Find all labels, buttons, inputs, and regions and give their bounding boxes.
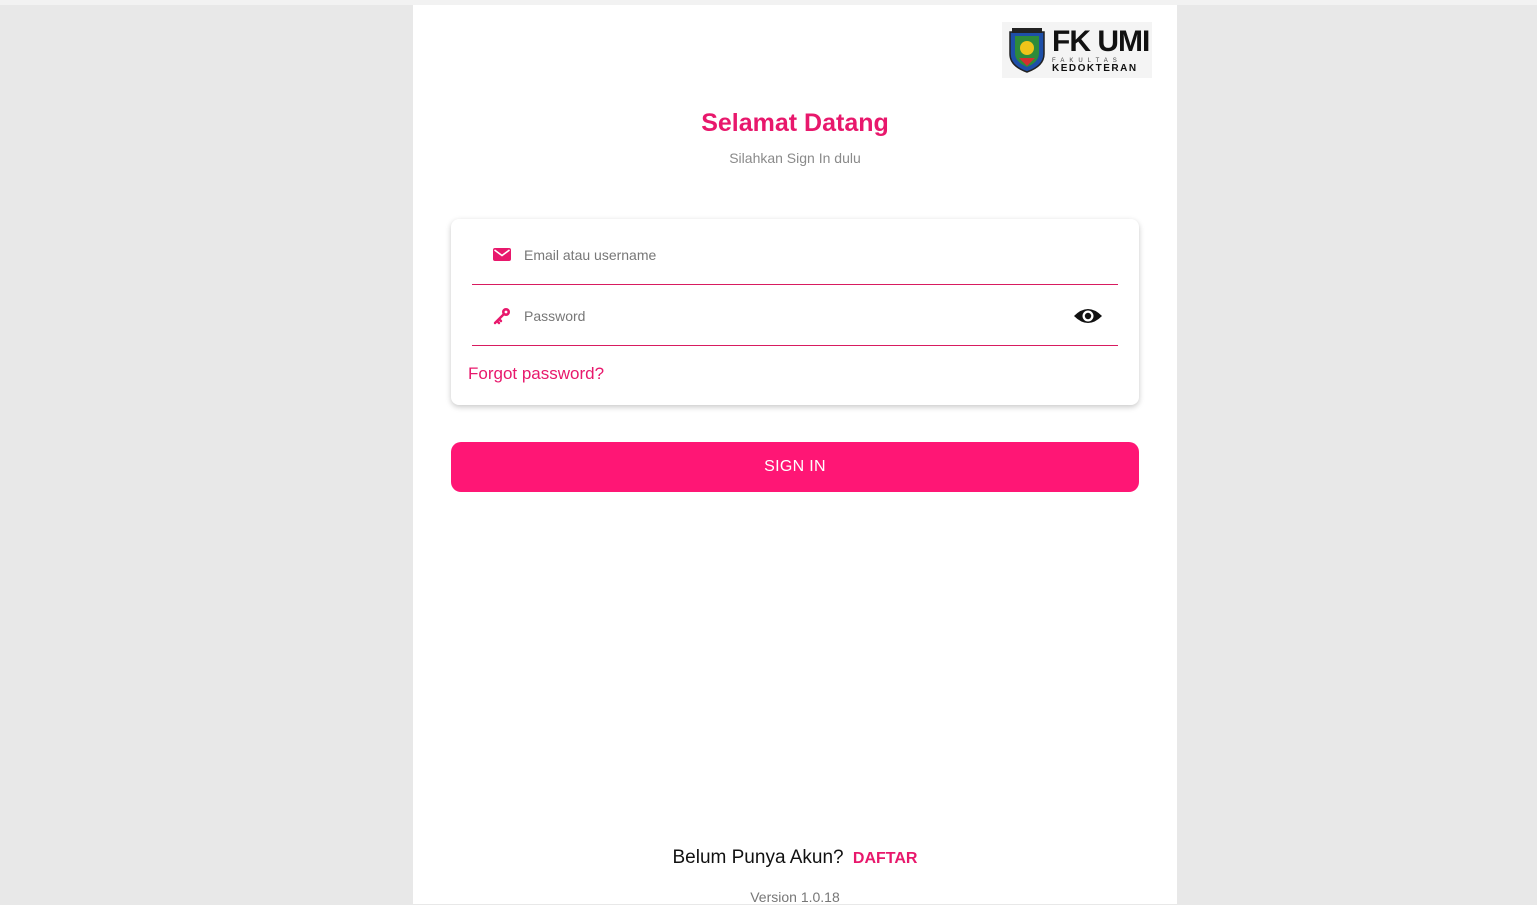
envelope-icon [493, 248, 511, 261]
page-title: Selamat Datang [701, 109, 889, 137]
password-input[interactable] [522, 303, 1066, 329]
version-label: Version 1.0.18 [750, 889, 840, 905]
login-page: FK UMI FAKULTAS KEDOKTERAN Selamat Datan… [413, 5, 1177, 905]
crest-icon [1009, 28, 1045, 73]
register-prompt-row: Belum Punya Akun? DAFTAR [413, 847, 1177, 869]
logo-main: FK UMI [1052, 24, 1150, 58]
register-link[interactable]: DAFTAR [853, 850, 918, 867]
forgot-password-link[interactable]: Forgot password? [468, 364, 604, 384]
register-prompt: Belum Punya Akun? [672, 847, 844, 868]
login-card: Forgot password? [451, 219, 1139, 405]
fk-umi-logo: FK UMI FAKULTAS KEDOKTERAN [1002, 22, 1152, 78]
logo-text: FK UMI FAKULTAS KEDOKTERAN [1052, 24, 1150, 74]
sign-in-button[interactable]: SIGN IN [451, 442, 1139, 492]
email-field [472, 224, 1118, 285]
key-icon [493, 308, 510, 325]
password-field [472, 285, 1118, 346]
email-input[interactable] [522, 242, 1066, 268]
page-subtitle: Silahkan Sign In dulu [729, 150, 861, 166]
eye-icon[interactable] [1073, 304, 1103, 328]
logo-sub: KEDOKTERAN [1052, 62, 1138, 74]
